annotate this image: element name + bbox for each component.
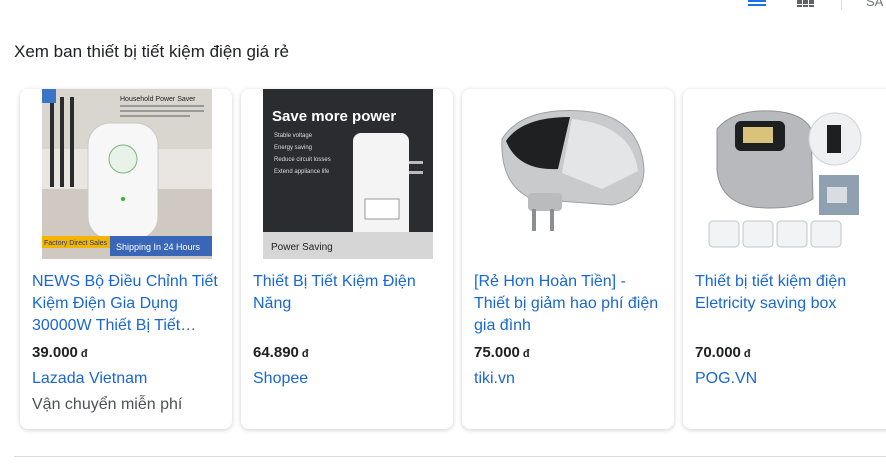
product-price: 64.890 đ: [253, 344, 309, 361]
product-card-1[interactable]: Household Power Saver Factory Direct Sal…: [20, 89, 232, 429]
section-divider: [14, 456, 886, 457]
feature-text: Energy saving: [274, 145, 312, 151]
product-image[interactable]: [683, 89, 886, 259]
safe-search-label[interactable]: SA: [866, 0, 883, 9]
list-view-icon[interactable]: [748, 0, 768, 6]
product-price: 75.000 đ: [474, 344, 530, 361]
feature-text: Extend appliance life: [274, 169, 330, 175]
product-price: 70.000 đ: [695, 344, 751, 361]
product-title[interactable]: Thiết bị tiết kiệm điện Eletricity savin…: [695, 271, 886, 315]
product-card-4[interactable]: Thiết bị tiết kiệm điện Eletricity savin…: [683, 89, 886, 429]
image-headline: Save more power: [272, 108, 396, 125]
title-line[interactable]: Eletricity saving box: [695, 293, 886, 315]
title-line[interactable]: [Rẻ Hơn Hoàn Tiền] -: [474, 271, 666, 293]
store-name[interactable]: Shopee: [253, 370, 308, 388]
product-image[interactable]: Save more power Stable voltage Energy sa…: [241, 89, 453, 259]
badge-left-text: Factory Direct Sales: [44, 240, 108, 247]
section-heading: Xem ban thiết bị tiết kiệm điện giá rẻ: [14, 42, 289, 61]
badge-right-text: Shipping In 24 Hours: [116, 242, 201, 252]
title-line[interactable]: 30000W Thiết Bị Tiết…: [32, 315, 224, 337]
view-toolbar: SA: [0, 0, 886, 14]
image-footer-text: Power Saving: [271, 242, 333, 253]
shipping-info: Vận chuyển miễn phí: [32, 396, 183, 413]
title-line[interactable]: Kiệm Điện Gia Dụng: [32, 293, 224, 315]
store-name[interactable]: Lazada Vietnam: [32, 370, 147, 388]
feature-text: Stable voltage: [274, 133, 313, 139]
store-name[interactable]: tiki.vn: [474, 370, 515, 388]
product-title[interactable]: NEWS Bộ Điều Chỉnh Tiết Kiệm Điện Gia Dụ…: [32, 271, 224, 337]
title-line[interactable]: Thiết Bị Tiết Kiệm Điện: [253, 271, 445, 293]
title-line[interactable]: Thiết bị tiết kiệm điện: [695, 271, 886, 293]
product-price: 39.000 đ: [32, 344, 88, 361]
toolbar-divider: [841, 0, 842, 10]
product-card-3[interactable]: [Rẻ Hơn Hoàn Tiền] - Thiết bị giảm hao p…: [462, 89, 674, 429]
title-line[interactable]: gia đình: [474, 315, 666, 337]
product-title[interactable]: Thiết Bị Tiết Kiệm Điện Năng: [253, 271, 445, 315]
grid-view-icon[interactable]: [797, 0, 814, 8]
feature-text: Reduce circuit losses: [274, 157, 331, 163]
product-card-2[interactable]: Save more power Stable voltage Energy sa…: [241, 89, 453, 429]
product-image[interactable]: [462, 89, 674, 259]
product-image[interactable]: Household Power Saver Factory Direct Sal…: [20, 89, 232, 259]
title-line[interactable]: Năng: [253, 293, 445, 315]
title-line[interactable]: NEWS Bộ Điều Chỉnh Tiết: [32, 271, 224, 293]
title-line[interactable]: Thiết bị giảm hao phí điện: [474, 293, 666, 315]
product-title[interactable]: [Rẻ Hơn Hoàn Tiền] - Thiết bị giảm hao p…: [474, 271, 666, 337]
image-header-text: Household Power Saver: [120, 96, 196, 103]
store-name[interactable]: POG.VN: [695, 370, 757, 388]
